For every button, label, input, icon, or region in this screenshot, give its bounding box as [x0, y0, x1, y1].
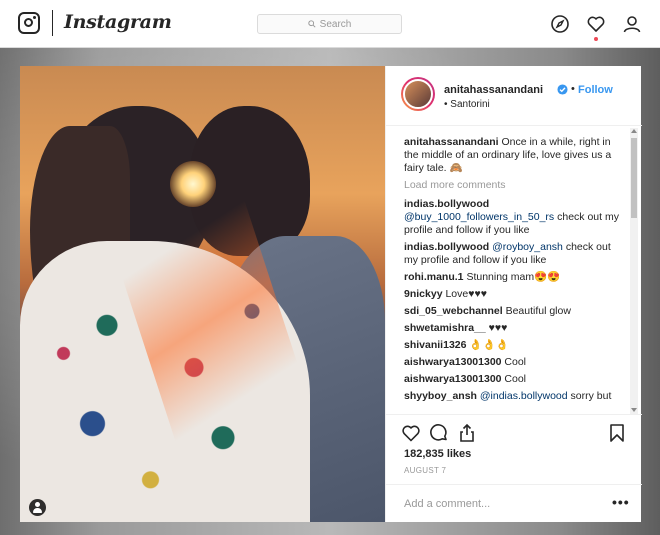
post-location[interactable]: • Santorini	[444, 99, 490, 110]
post-date[interactable]: AUGUST 7	[404, 466, 446, 475]
comment-item: aishwarya13001300 Cool	[404, 356, 626, 369]
separator-dot: •	[571, 83, 575, 95]
search-input[interactable]: Search	[257, 14, 402, 34]
user-tag-icon[interactable]	[29, 499, 46, 516]
verified-icon	[557, 84, 568, 95]
comment-username[interactable]: shyyboy_ansh	[404, 390, 477, 402]
comment-text: Cool	[504, 373, 527, 385]
comment-item: shyyboy_ansh @indias.bollywood sorry but	[404, 390, 626, 403]
comment-item: aishwarya13001300 Cool	[404, 373, 626, 386]
comment-username[interactable]: aishwarya13001300	[404, 356, 502, 368]
comment-item: indias.bollywood @royboy_ansh check out …	[404, 241, 626, 267]
comment-item: indias.bollywood @buy_1000_followers_in_…	[404, 198, 626, 237]
comment-text: 👌👌👌	[469, 339, 509, 351]
post-actions	[386, 414, 642, 444]
comment-username[interactable]: sdi_05_webchannel	[404, 305, 503, 317]
add-comment-bar: Add a comment... •••	[386, 484, 642, 522]
follow-button[interactable]: Follow	[578, 84, 613, 96]
comment-item: sdi_05_webchannel Beautiful glow	[404, 305, 626, 318]
compass-icon[interactable]	[550, 14, 570, 34]
logo-divider	[52, 10, 53, 36]
comment-text: Stunning mam😍😍	[466, 271, 561, 283]
avatar[interactable]	[403, 79, 433, 109]
search-icon	[307, 20, 316, 28]
profile-icon[interactable]	[622, 14, 642, 34]
like-heart-icon[interactable]	[401, 423, 421, 443]
search-placeholder: Search	[319, 18, 352, 30]
bookmark-icon[interactable]	[607, 423, 627, 443]
comment-item: shivanii1326 👌👌👌	[404, 339, 626, 352]
add-comment-input[interactable]: Add a comment...	[404, 498, 490, 510]
post-modal: anitahassanandani • Follow • Santorini a…	[20, 66, 642, 522]
comment-item: rohi.manu.1 Stunning mam😍😍	[404, 271, 626, 284]
scroll-up-arrow[interactable]	[631, 129, 637, 133]
notification-dot	[594, 37, 598, 41]
comment-mention[interactable]: @indias.bollywood	[480, 390, 568, 402]
comment-username[interactable]: rohi.manu.1	[404, 271, 464, 283]
comment-mention[interactable]: @buy_1000_followers_in_50_rs	[404, 211, 554, 223]
comment-icon[interactable]	[429, 423, 449, 443]
share-icon[interactable]	[457, 423, 477, 443]
avatar-story-ring[interactable]	[401, 77, 435, 111]
location-bullet: •	[444, 99, 448, 110]
scroll-down-arrow[interactable]	[631, 408, 637, 412]
heart-icon[interactable]	[586, 14, 606, 34]
post-photo[interactable]	[20, 66, 385, 522]
photo-sun	[170, 161, 216, 207]
comment-username[interactable]: shwetamishra__	[404, 322, 486, 334]
comment-username[interactable]: indias.bollywood	[404, 198, 489, 210]
post-header: anitahassanandani • Follow • Santorini	[386, 66, 642, 126]
caption: anitahassanandani Once in a while, right…	[404, 136, 626, 175]
camera-icon[interactable]	[18, 12, 40, 34]
comments-scrollbar[interactable]	[630, 128, 638, 414]
instagram-wordmark[interactable]: Instagram	[64, 11, 172, 33]
comments-list[interactable]: anitahassanandani Once in a while, right…	[404, 136, 626, 412]
comment-username[interactable]: aishwarya13001300	[404, 373, 502, 385]
comment-text: Cool	[504, 356, 527, 368]
more-options-button[interactable]: •••	[612, 494, 630, 510]
top-navigation: Instagram Search	[0, 0, 660, 48]
comment-mention[interactable]: @royboy_ansh	[492, 241, 563, 253]
comment-text: sorry but	[570, 390, 612, 402]
comment-username[interactable]: 9nickyy	[404, 288, 443, 300]
post-sidebar: anitahassanandani • Follow • Santorini a…	[385, 66, 642, 522]
comment-text: Love♥♥♥	[445, 288, 487, 300]
comment-username[interactable]: indias.bollywood	[404, 241, 489, 253]
comment-username[interactable]: shivanii1326	[404, 339, 466, 351]
load-more-comments[interactable]: Load more comments	[404, 179, 626, 192]
caption-username[interactable]: anitahassanandani	[404, 136, 499, 148]
comment-item: shwetamishra__ ♥♥♥	[404, 322, 626, 335]
scroll-thumb[interactable]	[631, 138, 637, 218]
comment-text: ♥♥♥	[488, 322, 508, 334]
likes-count[interactable]: 182,835 likes	[404, 448, 471, 460]
comment-text: Beautiful glow	[505, 305, 571, 317]
location-text[interactable]: Santorini	[450, 99, 489, 110]
post-username[interactable]: anitahassanandani	[444, 84, 543, 96]
comment-item: 9nickyy Love♥♥♥	[404, 288, 626, 301]
